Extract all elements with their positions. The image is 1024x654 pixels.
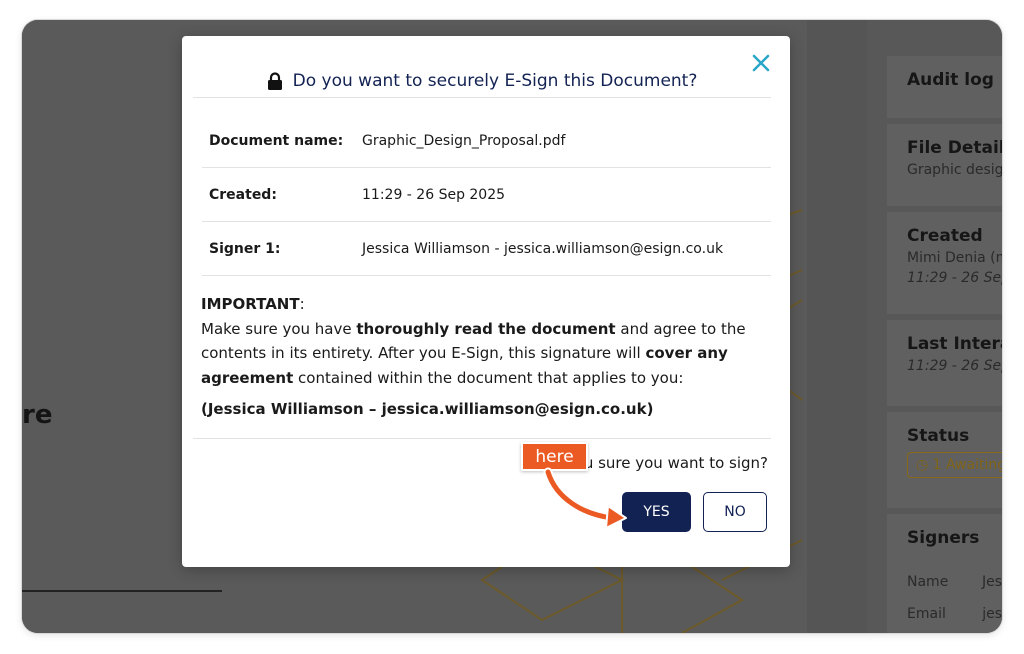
- esign-confirm-dialog: Do you want to securely E-Sign this Docu…: [182, 36, 790, 567]
- lock-icon: [267, 71, 282, 90]
- row-key: Signer 1:: [209, 240, 281, 257]
- signers-card: Signers Name Jes Email jes: [887, 514, 1002, 633]
- signer-row-label: Email: [907, 606, 946, 622]
- last-interaction-time: 11:29 - 26 Sep: [907, 358, 1002, 374]
- background-heading: re: [22, 400, 53, 430]
- signers-title: Signers: [907, 528, 980, 548]
- important-notice: IMPORTANT: Make sure you have thoroughly…: [201, 292, 775, 422]
- here-callout: here: [521, 442, 588, 471]
- audit-log-card[interactable]: Audit log: [887, 56, 1002, 118]
- audit-log-title: Audit log: [907, 70, 994, 90]
- created-time: 11:29 - 26 Sep: [907, 270, 1002, 286]
- status-title: Status: [907, 426, 970, 446]
- important-colon: :: [299, 295, 305, 313]
- table-row: Document name: Graphic_Design_Proposal.p…: [202, 114, 771, 168]
- table-row: Signer 1: Jessica Williamson - jessica.w…: [202, 222, 771, 276]
- created-by: Mimi Denia (mi: [907, 250, 1002, 266]
- row-value: Graphic_Design_Proposal.pdf: [362, 132, 566, 149]
- signer-identity: (Jessica Williamson – jessica.williamson…: [201, 400, 654, 418]
- status-badge-label: 1 Awaiting: [932, 457, 1002, 473]
- important-label: IMPORTANT: [201, 295, 300, 313]
- important-text: Make sure you have thoroughly read the d…: [201, 317, 775, 391]
- signer-row: Email jes: [907, 598, 1002, 630]
- row-value: Jessica Williamson - jessica.williamson@…: [362, 240, 724, 257]
- no-button[interactable]: NO: [703, 492, 767, 532]
- details-sidebar: Audit log File Details Graphic design Cr…: [867, 20, 1002, 633]
- important-emphasis: thoroughly read the document: [356, 319, 616, 338]
- dialog-title-text: Do you want to securely E-Sign this Docu…: [292, 71, 698, 91]
- signature-line: [22, 590, 222, 592]
- last-interaction-card: Last Interacti 11:29 - 26 Sep: [887, 320, 1002, 406]
- dialog-divider: [193, 438, 771, 439]
- signer-row-value: jes: [982, 606, 1002, 622]
- screenshot-frame: re Audit log File Details Graphic design…: [22, 20, 1002, 633]
- created-title: Created: [907, 226, 983, 246]
- clock-icon: ◷: [916, 457, 929, 473]
- document-info-table: Document name: Graphic_Design_Proposal.p…: [202, 114, 771, 276]
- important-text-part: contained within the document that appli…: [293, 368, 684, 387]
- important-text-part: Make sure you have: [201, 319, 357, 338]
- created-card: Created Mimi Denia (mi 11:29 - 26 Sep: [887, 212, 1002, 314]
- pointer-arrow-icon: [543, 467, 627, 529]
- table-row: Created: 11:29 - 26 Sep 2025: [202, 168, 771, 222]
- last-interaction-title: Last Interacti: [907, 334, 1002, 354]
- dialog-title: Do you want to securely E-Sign this Docu…: [267, 71, 698, 91]
- dialog-header: Do you want to securely E-Sign this Docu…: [193, 36, 771, 98]
- yes-button[interactable]: YES: [622, 492, 691, 532]
- file-details-card: File Details Graphic design: [887, 124, 1002, 206]
- row-key: Document name:: [209, 132, 344, 149]
- signer-row: Name Jes: [907, 566, 1002, 598]
- file-details-value: Graphic design: [907, 162, 1002, 178]
- file-details-title: File Details: [907, 138, 1002, 158]
- row-key: Created:: [209, 186, 277, 203]
- status-badge: ◷ 1 Awaiting: [907, 452, 1002, 478]
- signer-row-label: Name: [907, 574, 949, 590]
- row-value: 11:29 - 26 Sep 2025: [362, 186, 506, 203]
- status-card: Status ◷ 1 Awaiting: [887, 412, 1002, 508]
- important-label-line: IMPORTANT:: [201, 292, 775, 317]
- signer-row-value: Jes: [981, 574, 1002, 590]
